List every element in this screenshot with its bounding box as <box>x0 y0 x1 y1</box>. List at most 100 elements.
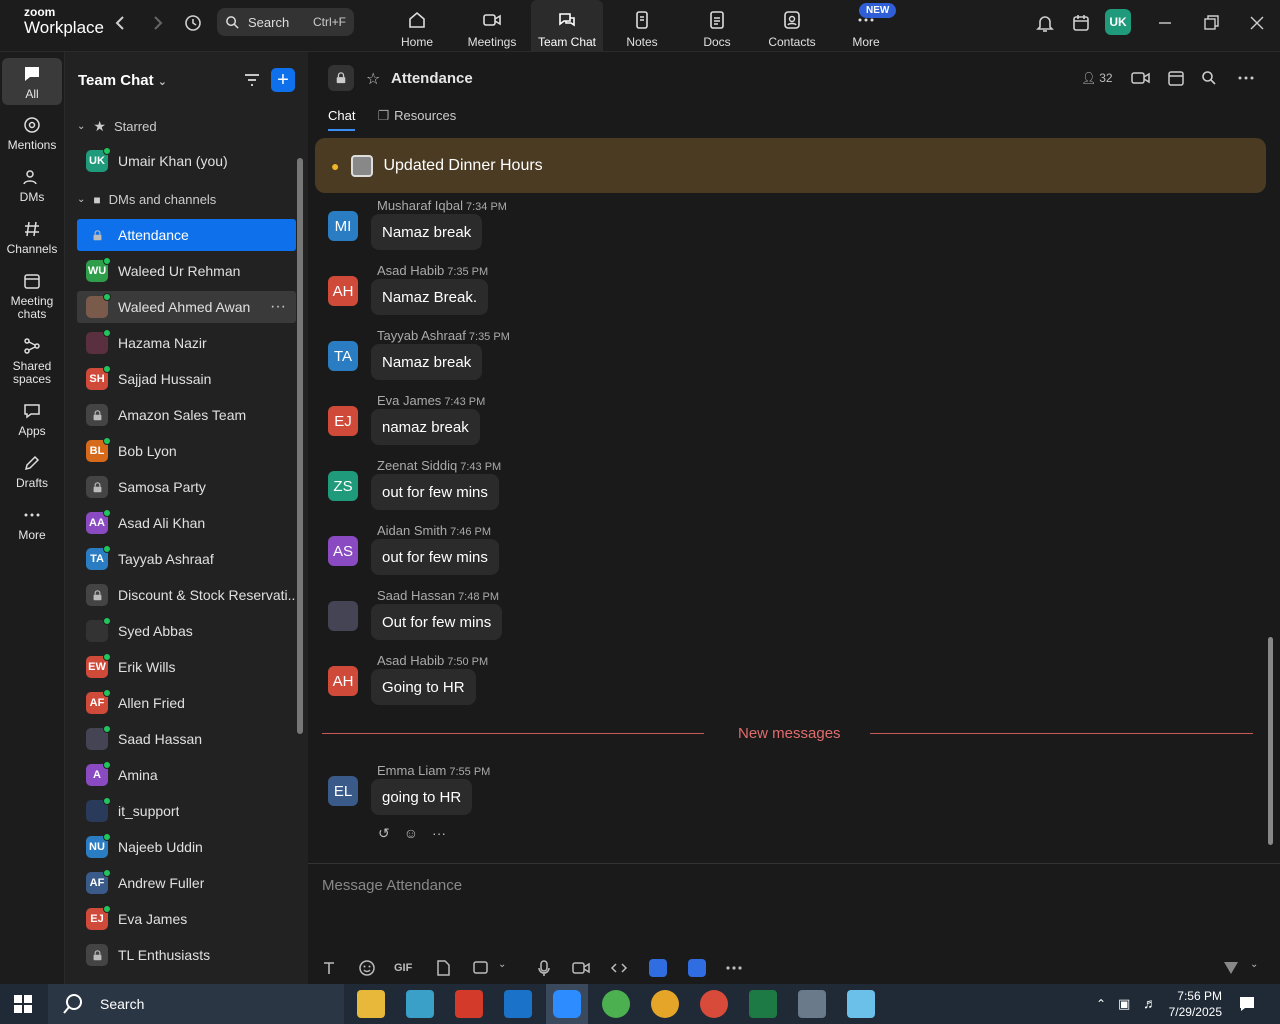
microphone-icon[interactable] <box>535 959 553 977</box>
rail-shared-spaces[interactable]: Shared spaces <box>2 336 62 386</box>
sidebar-item[interactable]: it_support <box>77 795 296 827</box>
send-icon[interactable] <box>1222 959 1240 977</box>
bell-icon[interactable] <box>1034 12 1056 34</box>
avatar[interactable]: TA <box>328 341 358 371</box>
user-avatar[interactable]: UK <box>1105 9 1131 35</box>
chrome-icon[interactable] <box>602 990 630 1018</box>
sidebar-item[interactable]: Discount & Stock Reservati... <box>77 579 296 611</box>
video-message-icon[interactable] <box>572 959 590 977</box>
more-dots-icon[interactable]: ··· <box>270 298 286 316</box>
history-icon[interactable] <box>182 12 204 34</box>
message-bubble[interactable]: namaz break <box>371 409 480 445</box>
sidebar-item[interactable]: NU Najeeb Uddin <box>77 831 296 863</box>
tab-chat[interactable]: Chat <box>328 108 356 131</box>
sidebar-item[interactable]: TA Tayyab Ashraaf <box>77 543 296 575</box>
nav-meetings[interactable]: Meetings <box>456 0 528 52</box>
nav-home[interactable]: Home <box>381 0 453 52</box>
sidebar-scrollbar[interactable] <box>297 158 303 734</box>
star-outline-icon[interactable]: ☆ <box>366 69 380 89</box>
rail-mentions[interactable]: Mentions <box>2 115 62 152</box>
gif-button[interactable]: GIF <box>394 959 418 977</box>
nav-contacts[interactable]: Contacts <box>756 0 828 52</box>
sidebar-title[interactable]: Team Chat ⌄ <box>78 72 167 89</box>
notifications-icon[interactable] <box>1238 995 1256 1013</box>
sender-name[interactable]: Eva James <box>377 393 441 408</box>
calendar-icon[interactable] <box>1167 69 1185 87</box>
sidebar-item[interactable]: SH Sajjad Hussain <box>77 363 296 395</box>
file-icon[interactable] <box>434 959 452 977</box>
message-bubble[interactable]: Going to HR <box>371 669 476 705</box>
app-icon[interactable] <box>847 990 875 1018</box>
sidebar-item[interactable]: Waleed Ahmed Awan ··· <box>77 291 296 323</box>
emoji-react-icon[interactable]: ☺ <box>404 825 418 842</box>
sidebar-item[interactable]: AF Andrew Fuller <box>77 867 296 899</box>
restore-icon[interactable] <box>1200 12 1222 34</box>
network-icon[interactable]: ▣ <box>1118 996 1130 1012</box>
more-options-icon[interactable] <box>1237 70 1255 86</box>
chevron-down-icon[interactable]: ⌄ <box>1250 959 1262 977</box>
sidebar-item[interactable]: EW Erik Wills <box>77 651 296 683</box>
avatar[interactable] <box>328 601 358 631</box>
sidebar-item[interactable]: TL Enthusiasts <box>77 939 296 971</box>
sidebar-item[interactable]: Attendance <box>77 219 296 251</box>
zoom-app-icon[interactable] <box>688 959 706 977</box>
emoji-icon[interactable] <box>358 959 376 977</box>
back-arrow-icon[interactable] <box>110 12 132 34</box>
sidebar-item[interactable]: Syed Abbas <box>77 615 296 647</box>
zoom-logo[interactable]: zoom Workplace <box>24 6 104 36</box>
calculator-icon[interactable] <box>798 990 826 1018</box>
sidebar-item[interactable]: A Amina <box>77 759 296 791</box>
nav-notes[interactable]: Notes <box>606 0 678 52</box>
zoom-taskbar-button[interactable] <box>546 984 588 1024</box>
search-icon[interactable] <box>1201 70 1217 86</box>
tab-resources[interactable]: ❐ Resources <box>377 108 456 131</box>
more-dots-icon[interactable]: ··· <box>432 825 446 842</box>
sidebar-item[interactable]: Amazon Sales Team <box>77 399 296 431</box>
filezilla-icon[interactable] <box>455 990 483 1018</box>
rail-meeting-chats[interactable]: Meeting chats <box>2 271 62 321</box>
message-bubble[interactable]: Namaz break <box>371 344 483 380</box>
rail-more[interactable]: More <box>2 505 62 542</box>
speaker-icon[interactable]: ♬ <box>1143 995 1157 1011</box>
nav-docs[interactable]: Docs <box>681 0 753 52</box>
rail-all[interactable]: All <box>2 58 62 106</box>
channel-title[interactable]: Attendance <box>391 70 473 87</box>
message-bubble[interactable]: Namaz Break. <box>371 279 489 315</box>
message-bubble[interactable]: Out for few mins <box>371 604 503 640</box>
chrome-icon[interactable] <box>651 990 679 1018</box>
avatar[interactable]: AH <box>328 276 358 306</box>
windows-start-icon[interactable] <box>14 995 32 1013</box>
app-icon[interactable] <box>406 990 434 1018</box>
sidebar-item[interactable]: AA Asad Ali Khan <box>77 507 296 539</box>
avatar[interactable]: ZS <box>328 471 358 501</box>
rail-channels[interactable]: Channels <box>2 219 62 256</box>
message-bubble[interactable]: out for few mins <box>371 474 499 510</box>
sidebar-item[interactable]: BL Bob Lyon <box>77 435 296 467</box>
rail-apps[interactable]: Apps <box>2 401 62 438</box>
dms-section-header[interactable]: ⌄ ■ DMs and channels <box>77 192 216 207</box>
minimize-icon[interactable] <box>1154 12 1176 34</box>
avatar[interactable]: EJ <box>328 406 358 436</box>
member-count[interactable]: 👤︎ 32 <box>1081 71 1113 85</box>
chrome-icon[interactable] <box>700 990 728 1018</box>
sender-name[interactable]: Emma Liam <box>377 763 446 778</box>
calendar-app-icon[interactable] <box>1070 12 1092 34</box>
sidebar-item[interactable]: Samosa Party <box>77 471 296 503</box>
search-box[interactable]: Search Ctrl+F <box>217 8 354 36</box>
message-bubble[interactable]: Namaz break <box>371 214 483 250</box>
sidebar-item[interactable]: WU Waleed Ur Rehman <box>77 255 296 287</box>
reply-icon[interactable]: ↺ <box>378 825 390 842</box>
filter-icon[interactable] <box>243 71 261 89</box>
sender-name[interactable]: Tayyab Ashraaf <box>377 328 466 343</box>
sidebar-item[interactable]: AF Allen Fried <box>77 687 296 719</box>
nav-team-chat[interactable]: Team Chat <box>531 0 603 52</box>
sender-name[interactable]: Asad Habib <box>377 653 444 668</box>
sender-name[interactable]: Musharaf Iqbal <box>377 198 463 213</box>
sidebar-item[interactable]: UK Umair Khan (you) <box>77 145 296 177</box>
sender-name[interactable]: Aidan Smith <box>377 523 447 538</box>
excel-icon[interactable] <box>749 990 777 1018</box>
avatar[interactable]: AS <box>328 536 358 566</box>
taskbar-search[interactable]: Search <box>48 984 344 1024</box>
sender-name[interactable]: Saad Hassan <box>377 588 455 603</box>
chat-scrollbar[interactable] <box>1268 637 1273 845</box>
